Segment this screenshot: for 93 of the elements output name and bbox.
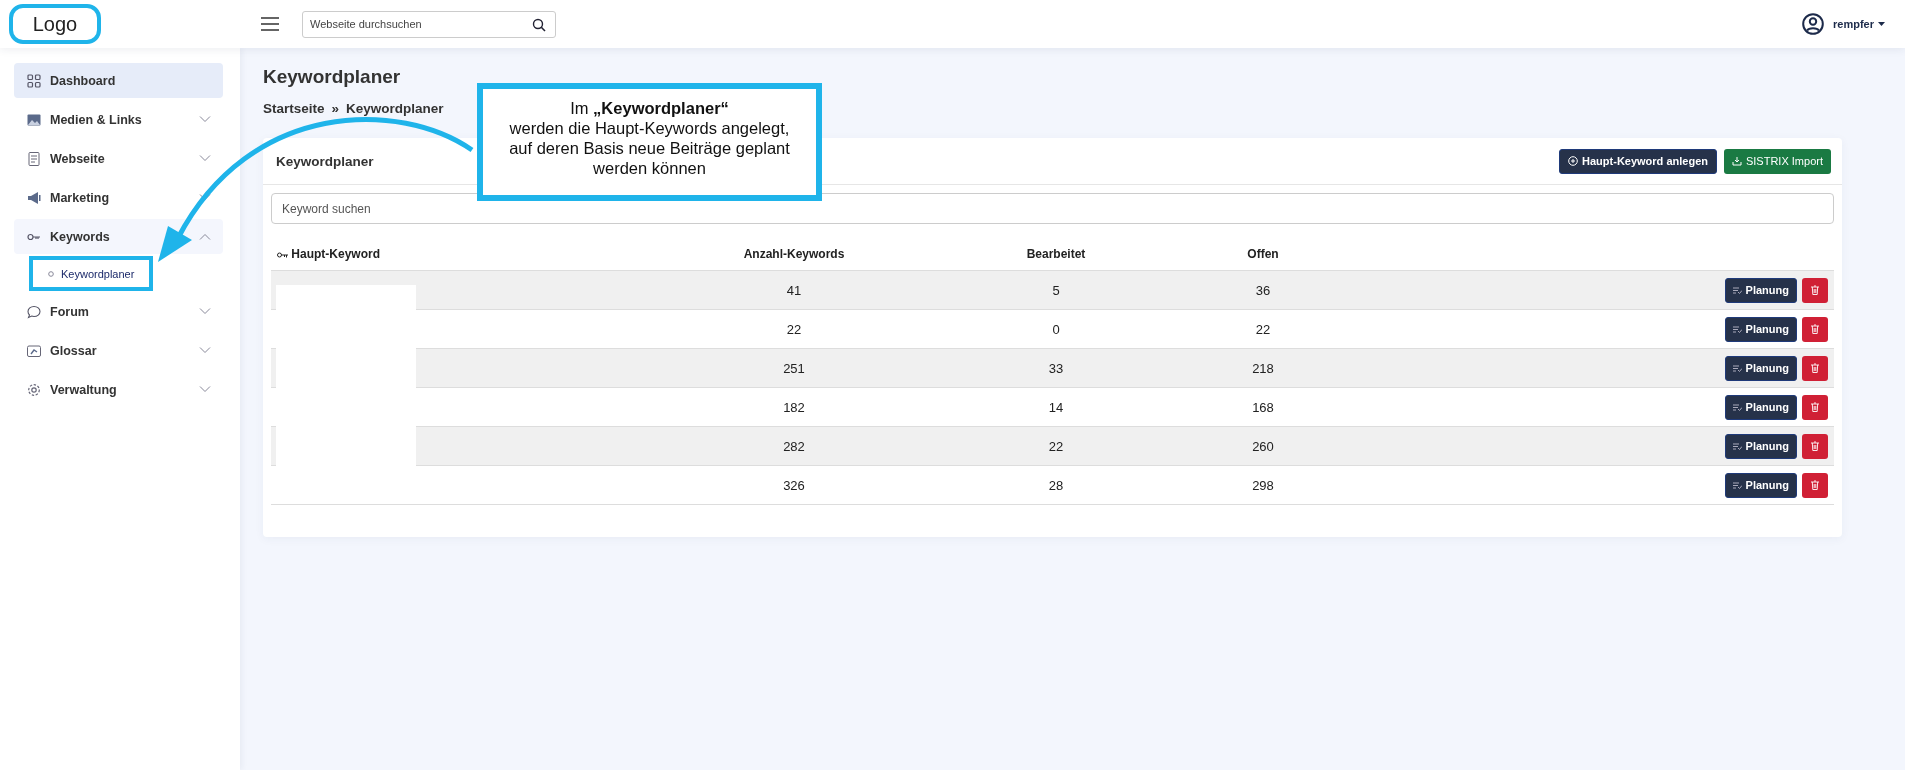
table-cell: 251 (698, 348, 890, 388)
table-cell: 22 (1222, 309, 1304, 349)
table-cell: 36 (1222, 270, 1304, 310)
delete-button[interactable] (1802, 394, 1828, 420)
planning-button[interactable]: Planung (1724, 355, 1797, 381)
callout-text: Im „Keywordplaner“ (569, 98, 730, 118)
callout-text: werden können (592, 158, 707, 178)
trash-icon (1811, 480, 1819, 490)
sidebar-label: Marketing (50, 190, 111, 205)
trash-icon (1811, 285, 1819, 295)
list-check-icon (1732, 286, 1742, 294)
sidebar-label: Dashboard (50, 73, 117, 88)
sidebar-item[interactable]: Keywords (14, 219, 223, 254)
table-cell: 168 (1222, 387, 1304, 427)
table-cell: 5 (890, 270, 1222, 310)
import-button[interactable]: SISTRIX Import (1723, 148, 1831, 174)
delete-button[interactable] (1802, 472, 1828, 498)
column-header: Offen (1222, 238, 1304, 271)
table-cell: 182 (698, 387, 890, 427)
list-check-icon (1732, 364, 1742, 372)
sidebar-label: Medien & Links (50, 112, 143, 127)
table-cell: 218 (1222, 348, 1304, 388)
grid-icon (27, 73, 41, 88)
table-cell: 0 (890, 309, 1222, 349)
user-icon[interactable] (1802, 13, 1825, 35)
table-cell: 41 (698, 270, 890, 310)
trash-icon (1811, 363, 1819, 373)
table-cell: 14 (890, 387, 1222, 427)
add-button[interactable]: Haupt-Keyword anlegen (1559, 148, 1717, 174)
document-icon (27, 151, 41, 166)
trash-icon (1811, 324, 1819, 334)
delete-button[interactable] (1802, 433, 1828, 459)
table-cell: 22 (698, 309, 890, 349)
gear-icon (27, 382, 41, 397)
page-title: Keywordplaner (263, 66, 402, 88)
sidebar-item[interactable]: Medien & Links (14, 102, 223, 137)
table-cell: 260 (1222, 426, 1304, 466)
megaphone-icon (27, 190, 41, 205)
table-cell: 282 (698, 426, 890, 466)
sidebar-label: Glossar (50, 343, 98, 358)
column-header: Haupt-Keyword (271, 238, 698, 271)
planning-button[interactable]: Planung (1724, 394, 1797, 420)
planning-button[interactable]: Planung (1724, 277, 1797, 303)
keyword-search-field[interactable]: Keyword suchen (271, 193, 1834, 224)
image-icon (27, 112, 41, 127)
menu-icon[interactable] (261, 17, 279, 31)
list-check-icon (1732, 442, 1742, 450)
user-menu[interactable]: rempfer (1833, 18, 1874, 30)
list-check-icon (1732, 403, 1742, 411)
caret-icon (1878, 22, 1885, 26)
delete-button[interactable] (1802, 355, 1828, 381)
table-cell: 28 (890, 465, 1222, 505)
sidebar-item[interactable]: Verwaltung (14, 372, 223, 407)
sidebar-item[interactable]: Marketing (14, 180, 223, 215)
sidebar-label: Keywords (50, 229, 111, 244)
table-cell: 33 (890, 348, 1222, 388)
table-cell: 22 (890, 426, 1222, 466)
list-check-icon (1732, 325, 1742, 333)
key-icon (277, 252, 288, 258)
search-icon[interactable] (532, 17, 546, 32)
plus-circle-icon (1568, 156, 1579, 166)
column-header: Anzahl-Keywords (698, 238, 890, 271)
list-check-icon (1732, 481, 1742, 489)
card-title: Keywordplaner (276, 153, 374, 169)
trash-icon (1811, 441, 1819, 451)
logo[interactable]: Logo (9, 4, 101, 44)
delete-button[interactable] (1802, 316, 1828, 342)
trash-icon (1811, 402, 1819, 412)
sidebar-label: Webseite (50, 151, 106, 166)
sidebar-item[interactable]: Glossar (14, 333, 223, 368)
folder-icon (27, 343, 41, 358)
planning-button[interactable]: Planung (1724, 472, 1797, 498)
delete-button[interactable] (1802, 277, 1828, 303)
sidebar-item[interactable]: Dashboard (14, 63, 223, 98)
breadcrumb-separator: » (331, 101, 340, 116)
search-field[interactable]: Webseite durchsuchen (302, 10, 556, 38)
sidebar-item[interactable]: Forum (14, 294, 223, 329)
table-cell: 298 (1222, 465, 1304, 505)
circle-icon (48, 270, 54, 277)
callout-text: auf deren Basis neue Beiträge geplant (508, 138, 791, 158)
planning-button[interactable]: Planung (1724, 433, 1797, 459)
sidebar-label: Forum (50, 304, 90, 319)
sidebar-label: Keywordplaner (61, 267, 135, 280)
planning-button[interactable]: Planung (1724, 316, 1797, 342)
column-header: Bearbeitet (890, 238, 1222, 271)
download-icon (1731, 156, 1742, 166)
table-cell: 326 (698, 465, 890, 505)
breadcrumb-link[interactable]: Startseite (263, 101, 325, 116)
sidebar-label: Verwaltung (50, 382, 118, 397)
callout-text: werden die Haupt-Keywords angelegt, (508, 118, 791, 138)
sidebar-item[interactable]: Webseite (14, 141, 223, 176)
speech-bubble-icon (27, 304, 41, 319)
sidebar-subitem[interactable]: Keywordplaner (29, 256, 153, 291)
